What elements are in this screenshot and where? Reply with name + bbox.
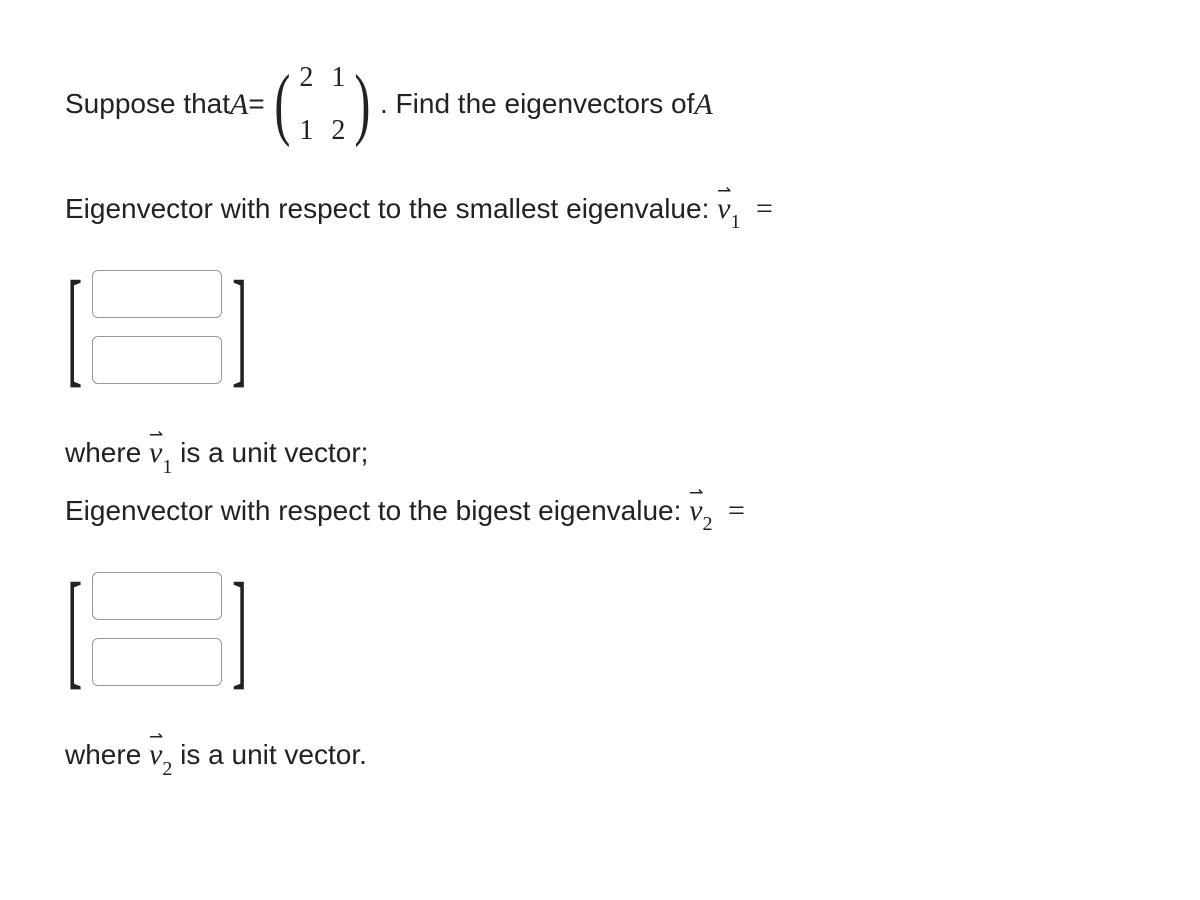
vector-arrow-icon: ⇀ <box>717 177 731 204</box>
vec-subscript-1-note: 1 <box>162 456 172 478</box>
v1-inputs <box>84 260 230 394</box>
left-bracket-icon: [ <box>67 277 82 377</box>
equals-sign: = <box>248 82 264 127</box>
matrix-variable-A-2: A <box>694 81 712 129</box>
matrix-cell-11: 2 <box>299 56 313 101</box>
matrix-variable-A: A <box>230 81 248 129</box>
q1-prompt-line: Eigenvector with respect to the smallest… <box>65 185 1135 235</box>
q2-note-line: where ⇀v2 is a unit vector. <box>65 731 1135 781</box>
vector-v2-note: ⇀v <box>149 731 162 779</box>
v1-component-1-input[interactable] <box>92 270 222 318</box>
left-paren-icon: ( <box>274 72 290 137</box>
right-bracket-icon: ] <box>232 579 247 679</box>
v1-vector-input: [ ] <box>65 260 250 394</box>
problem-prefix: Suppose that <box>65 82 230 127</box>
q1-note-prefix: where <box>65 437 149 468</box>
vec-subscript-2: 2 <box>702 513 712 535</box>
q2-prompt-line: Eigenvector with respect to the bigest e… <box>65 487 1135 537</box>
q1-note-line: where ⇀v1 is a unit vector; <box>65 429 1135 479</box>
q2-note-suffix: is a unit vector. <box>172 739 367 770</box>
vector-arrow-icon: ⇀ <box>149 723 163 750</box>
v1-component-2-input[interactable] <box>92 336 222 384</box>
problem-statement: Suppose that A = ( 2 1 1 2 ) . Find the … <box>65 50 1135 160</box>
v2-inputs <box>84 562 230 696</box>
vector-arrow-icon: ⇀ <box>689 479 703 506</box>
vec-subscript-2-note: 2 <box>162 758 172 780</box>
matrix-A: ( 2 1 1 2 ) <box>269 50 376 160</box>
vector-v1: ⇀v <box>717 185 730 233</box>
matrix-cell-21: 1 <box>299 109 313 154</box>
q1-prompt: Eigenvector with respect to the smallest… <box>65 193 717 224</box>
matrix-cells: 2 1 1 2 <box>295 50 349 160</box>
equals-v2: = <box>720 494 744 527</box>
q2-note-prefix: where <box>65 739 149 770</box>
vec-subscript-1: 1 <box>730 211 740 233</box>
v2-component-1-input[interactable] <box>92 572 222 620</box>
q2-prompt: Eigenvector with respect to the bigest e… <box>65 495 689 526</box>
v2-vector-input: [ ] <box>65 562 250 696</box>
matrix-cell-12: 1 <box>331 56 345 101</box>
right-paren-icon: ) <box>355 72 371 137</box>
left-bracket-icon: [ <box>67 579 82 679</box>
equals-v1: = <box>748 192 772 225</box>
q1-note-suffix: is a unit vector; <box>172 437 368 468</box>
vector-arrow-icon: ⇀ <box>149 421 163 448</box>
v2-component-2-input[interactable] <box>92 638 222 686</box>
vector-v2: ⇀v <box>689 487 702 535</box>
vector-v1-note: ⇀v <box>149 429 162 477</box>
problem-suffix: . Find the eigenvectors of <box>380 82 694 127</box>
matrix-cell-22: 2 <box>331 109 345 154</box>
right-bracket-icon: ] <box>232 277 247 377</box>
